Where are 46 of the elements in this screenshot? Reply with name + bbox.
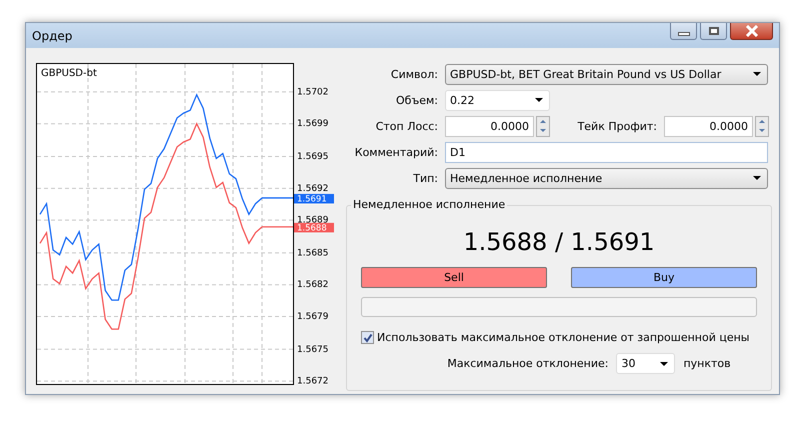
caret-icon [535,98,543,102]
field-label: Стоп Лосс: [374,120,438,132]
axis-label: 1.5692 [297,184,328,194]
close-icon [744,25,760,37]
stop-loss-field[interactable]: 0.0000 [445,116,534,136]
field-label: Объем: [395,94,438,106]
volume-dropdown[interactable]: 0.22 [445,90,550,110]
symbol-dropdown[interactable]: GBPUSD-bt, BET Great Britain Pound vs US Dollar [445,64,768,84]
buy-button[interactable]: Buy [571,267,757,288]
sell-button[interactable]: Sell [361,267,547,288]
axis-label: 1.5679 [297,312,328,322]
field-label: Символ: [390,68,438,80]
close-button[interactable] [730,23,773,40]
axis-label: 1.5672 [297,376,328,387]
field-label: Тейк Профит: [576,120,657,132]
checkbox-label: Использовать максимальное отклонение от запрошенной цены [377,331,750,344]
spinner-icon[interactable] [536,116,550,136]
chart-title: GBPUSD-bt [41,68,97,79]
field-label: Комментарий: [354,146,438,158]
caret-icon [660,362,668,366]
field-label: Тип: [412,172,438,184]
field-label: Максимальное отклонение: [447,357,608,370]
checkbox[interactable] [361,331,374,344]
comment-field[interactable]: D1 [445,142,768,162]
window-title: Ордер [32,28,72,42]
axis-label: 1.5675 [297,344,328,355]
take-profit-field[interactable]: 0.0000 [664,116,753,136]
deviation-dropdown[interactable]: 30 [616,353,676,374]
minimize-icon [678,32,690,36]
price-tag: 1.5688 [294,222,334,234]
price-tag: 1.5691 [294,194,334,204]
minimize-button[interactable] [670,23,697,40]
group-title: Немедленное исполнение [351,198,508,211]
caret-icon [753,72,761,76]
spinner-icon[interactable] [755,116,769,136]
axis-label: 1.5702 [297,87,328,98]
maximize-icon [708,27,718,35]
axis-label: 1.5695 [297,152,328,162]
axis-label: 1.5699 [297,119,328,130]
type-dropdown[interactable]: Немедленное исполнение [445,168,768,188]
price-quote: 1.5688 / 1.5691 [463,228,655,258]
unit-label: пунктов [683,357,731,370]
axis-label: 1.5682 [297,280,328,290]
caret-icon [753,176,761,180]
maximize-button[interactable] [700,23,727,40]
axis-label: 1.5685 [297,248,328,258]
